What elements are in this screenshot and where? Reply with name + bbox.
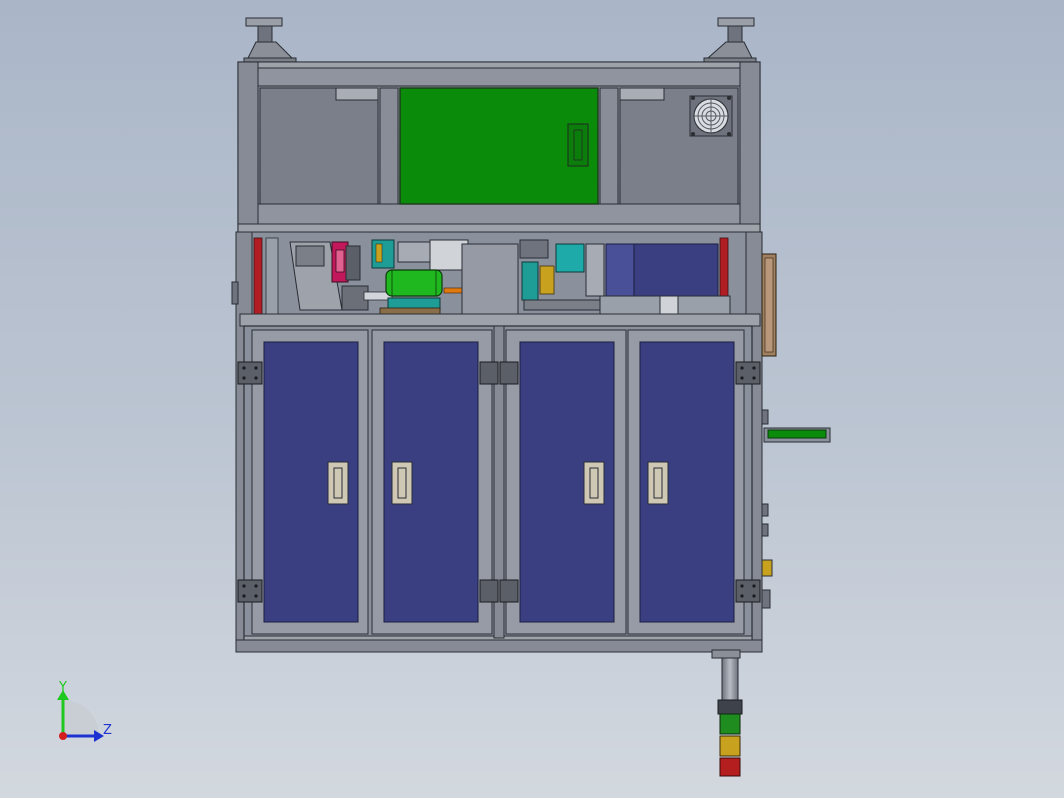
side-cable-duct bbox=[761, 253, 777, 357]
y-axis-label: Y bbox=[58, 680, 67, 695]
fan-icon bbox=[689, 95, 733, 137]
cabinet-door-4[interactable] bbox=[627, 329, 745, 635]
cabinet-door-1[interactable] bbox=[251, 329, 369, 635]
coordinate-triad: Y Z bbox=[57, 680, 112, 742]
control-panel-door bbox=[399, 87, 599, 205]
hmi-arm bbox=[763, 427, 831, 443]
signal-tower bbox=[711, 649, 743, 777]
cad-viewport[interactable]: Y Z bbox=[0, 0, 1064, 798]
z-axis-label: Z bbox=[103, 723, 112, 738]
cabinet-door-2[interactable] bbox=[371, 329, 493, 635]
cabinet-door-3[interactable] bbox=[505, 329, 627, 635]
leveling-foot-left bbox=[243, 17, 297, 65]
leveling-foot-right bbox=[703, 17, 757, 65]
